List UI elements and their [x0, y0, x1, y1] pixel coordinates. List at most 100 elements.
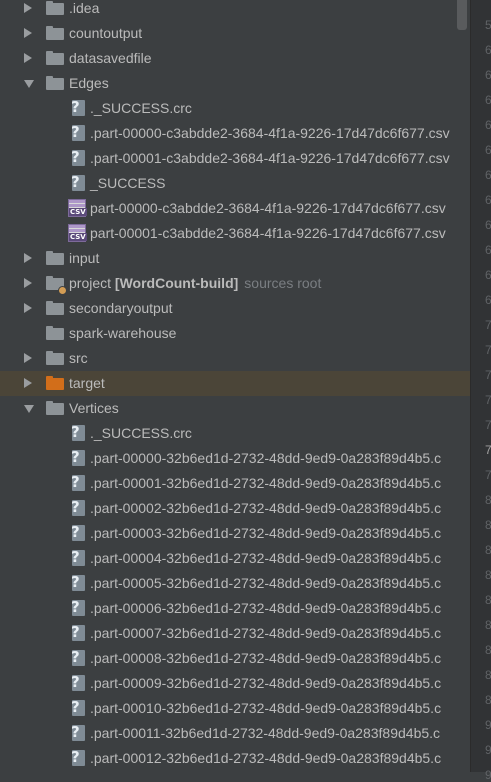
tree-item-label: project [WordCount-build] sources root: [69, 275, 322, 291]
tree-file-row[interactable]: ? _SUCCESS: [0, 171, 470, 196]
tree-file-row[interactable]: ? .part-00005-32b6ed1d-2732-48dd-9ed9-0a2…: [0, 571, 470, 596]
line-number: 6: [485, 68, 491, 82]
tree-file-row[interactable]: ? .part-00011-32b6ed1d-2732-48dd-9ed9-0a2…: [0, 721, 470, 746]
csv-file-icon: CSV: [68, 199, 87, 217]
unknown-file-icon: ?: [70, 473, 87, 492]
tree-file-row[interactable]: ? .part-00003-32b6ed1d-2732-48dd-9ed9-0a2…: [0, 521, 470, 546]
unknown-file-icon: ?: [70, 498, 87, 517]
tree-folder-row[interactable]: .idea: [0, 0, 470, 21]
csv-file-icon: CSV: [68, 224, 87, 242]
line-number: 6: [485, 93, 491, 107]
chevron-right-icon[interactable]: [24, 378, 32, 388]
chevron-right-icon[interactable]: [24, 278, 32, 288]
tree-file-row[interactable]: CSV part-00000-c3abdde2-3684-4f1a-9226-17…: [0, 196, 470, 221]
line-number-gutter: 5 6 6 6 6 6 6 6 6 6 6 6 7 7 7 7 7 7 7 8 8 8 8 8 8 8 8 8 9 9 9: [470, 0, 491, 782]
tree-item-label: .idea: [69, 0, 100, 16]
line-number: 8: [485, 543, 491, 557]
unknown-file-icon: ?: [70, 523, 87, 542]
tree-item-label: .part-00000-c3abdde2-3684-4f1a-9226-17d4…: [90, 125, 450, 141]
sources-root-hint: sources root: [244, 275, 322, 291]
unknown-file-icon: ?: [70, 548, 87, 567]
tree-folder-row[interactable]: src: [0, 346, 470, 371]
unknown-file-icon: ?: [70, 748, 87, 767]
line-number: 8: [485, 618, 491, 632]
line-number: 6: [485, 193, 491, 207]
tree-file-row[interactable]: ? ._SUCCESS.crc: [0, 96, 470, 121]
line-number: 7: [485, 318, 491, 332]
line-number: 8: [485, 493, 491, 507]
tree-file-row[interactable]: ? .part-00006-32b6ed1d-2732-48dd-9ed9-0a2…: [0, 596, 470, 621]
line-number: 5: [485, 18, 491, 32]
line-number: 6: [485, 218, 491, 232]
folder-icon: [46, 301, 64, 315]
tree-folder-row[interactable]: input: [0, 246, 470, 271]
line-number: 8: [485, 518, 491, 532]
line-number: 9: [485, 743, 491, 757]
tree-file-row[interactable]: ? .part-00007-32b6ed1d-2732-48dd-9ed9-0a2…: [0, 621, 470, 646]
line-number: 6: [485, 43, 491, 57]
tree-file-row[interactable]: ? .part-00000-32b6ed1d-2732-48dd-9ed9-0a2…: [0, 446, 470, 471]
folder-icon: [46, 276, 67, 295]
line-number: 7: [485, 343, 491, 357]
unknown-file-icon: ?: [70, 673, 87, 692]
unknown-file-icon: ?: [70, 648, 87, 667]
chevron-right-icon[interactable]: [24, 3, 32, 13]
chevron-down-icon[interactable]: [24, 80, 34, 88]
tree-item-label: .part-00007-32b6ed1d-2732-48dd-9ed9-0a28…: [90, 625, 442, 641]
tree-item-label: spark-warehouse: [69, 325, 177, 341]
unknown-file-icon: ?: [70, 573, 87, 592]
tree-item-label: target: [69, 375, 105, 391]
tree-item-label: input: [69, 250, 100, 266]
line-number: 6: [485, 143, 491, 157]
tree-item-label: _SUCCESS: [90, 175, 166, 191]
chevron-right-icon[interactable]: [24, 353, 32, 363]
folder-icon: [46, 251, 64, 265]
tree-folder-row[interactable]: datasavedfile: [0, 46, 470, 71]
tree-item-label: .part-00001-32b6ed1d-2732-48dd-9ed9-0a28…: [90, 475, 442, 491]
line-number: 7: [485, 418, 491, 432]
tree-folder-row[interactable]: target: [0, 371, 470, 396]
tree-folder-row[interactable]: Vertices: [0, 396, 470, 421]
line-number: 6: [485, 243, 491, 257]
tree-file-row[interactable]: ? .part-00000-c3abdde2-3684-4f1a-9226-17d…: [0, 121, 470, 146]
line-number: 7: [485, 393, 491, 407]
unknown-file-icon: ?: [70, 598, 87, 617]
unknown-file-icon: ?: [70, 148, 87, 167]
tree-folder-row[interactable]: secondaryoutput: [0, 296, 470, 321]
tree-file-row[interactable]: ? .part-00012-32b6ed1d-2732-48dd-9ed9-0a2…: [0, 746, 470, 771]
line-number: 6: [485, 168, 491, 182]
tree-file-row[interactable]: ? .part-00002-32b6ed1d-2732-48dd-9ed9-0a2…: [0, 496, 470, 521]
tree-file-row[interactable]: ? .part-00001-32b6ed1d-2732-48dd-9ed9-0a2…: [0, 471, 470, 496]
tree-file-row[interactable]: ? .part-00008-32b6ed1d-2732-48dd-9ed9-0a2…: [0, 646, 470, 671]
tree-folder-row[interactable]: Edges: [0, 71, 470, 96]
tree-file-row[interactable]: ? .part-00009-32b6ed1d-2732-48dd-9ed9-0a2…: [0, 671, 470, 696]
line-number: 8: [485, 643, 491, 657]
folder-icon: [46, 1, 64, 15]
tree-item-label: .part-00004-32b6ed1d-2732-48dd-9ed9-0a28…: [90, 550, 442, 566]
tree-item-label: .part-00006-32b6ed1d-2732-48dd-9ed9-0a28…: [90, 600, 442, 616]
tree-folder-row[interactable]: spark-warehouse: [0, 321, 470, 346]
tree-item-label: .part-00012-32b6ed1d-2732-48dd-9ed9-0a28…: [90, 750, 442, 766]
line-number: 9: [485, 768, 491, 782]
unknown-file-icon: ?: [70, 448, 87, 467]
chevron-right-icon[interactable]: [24, 28, 32, 38]
unknown-file-icon: ?: [70, 98, 87, 117]
chevron-down-icon[interactable]: [24, 405, 34, 413]
tree-item-label: .part-00002-32b6ed1d-2732-48dd-9ed9-0a28…: [90, 500, 442, 516]
vertical-scrollbar[interactable]: [457, 0, 467, 30]
chevron-right-icon[interactable]: [24, 303, 32, 313]
tree-file-row[interactable]: CSV part-00001-c3abdde2-3684-4f1a-9226-17…: [0, 221, 470, 246]
tree-item-label: ._SUCCESS.crc: [90, 100, 192, 116]
tree-item-label: datasavedfile: [69, 50, 152, 66]
line-number: 8: [485, 593, 491, 607]
chevron-right-icon[interactable]: [24, 253, 32, 263]
tree-file-row[interactable]: ? .part-00004-32b6ed1d-2732-48dd-9ed9-0a2…: [0, 546, 470, 571]
tree-file-row[interactable]: ? .part-00001-c3abdde2-3684-4f1a-9226-17d…: [0, 146, 470, 171]
tree-folder-row[interactable]: project [WordCount-build] sources root: [0, 271, 470, 296]
tree-folder-row[interactable]: countoutput: [0, 21, 470, 46]
tree-file-row[interactable]: ? ._SUCCESS.crc: [0, 421, 470, 446]
tree-item-label: secondaryoutput: [69, 300, 173, 316]
tree-item-label: part-00001-c3abdde2-3684-4f1a-9226-17d47…: [90, 225, 446, 241]
tree-file-row[interactable]: ? .part-00010-32b6ed1d-2732-48dd-9ed9-0a2…: [0, 696, 470, 721]
chevron-right-icon[interactable]: [24, 53, 32, 63]
